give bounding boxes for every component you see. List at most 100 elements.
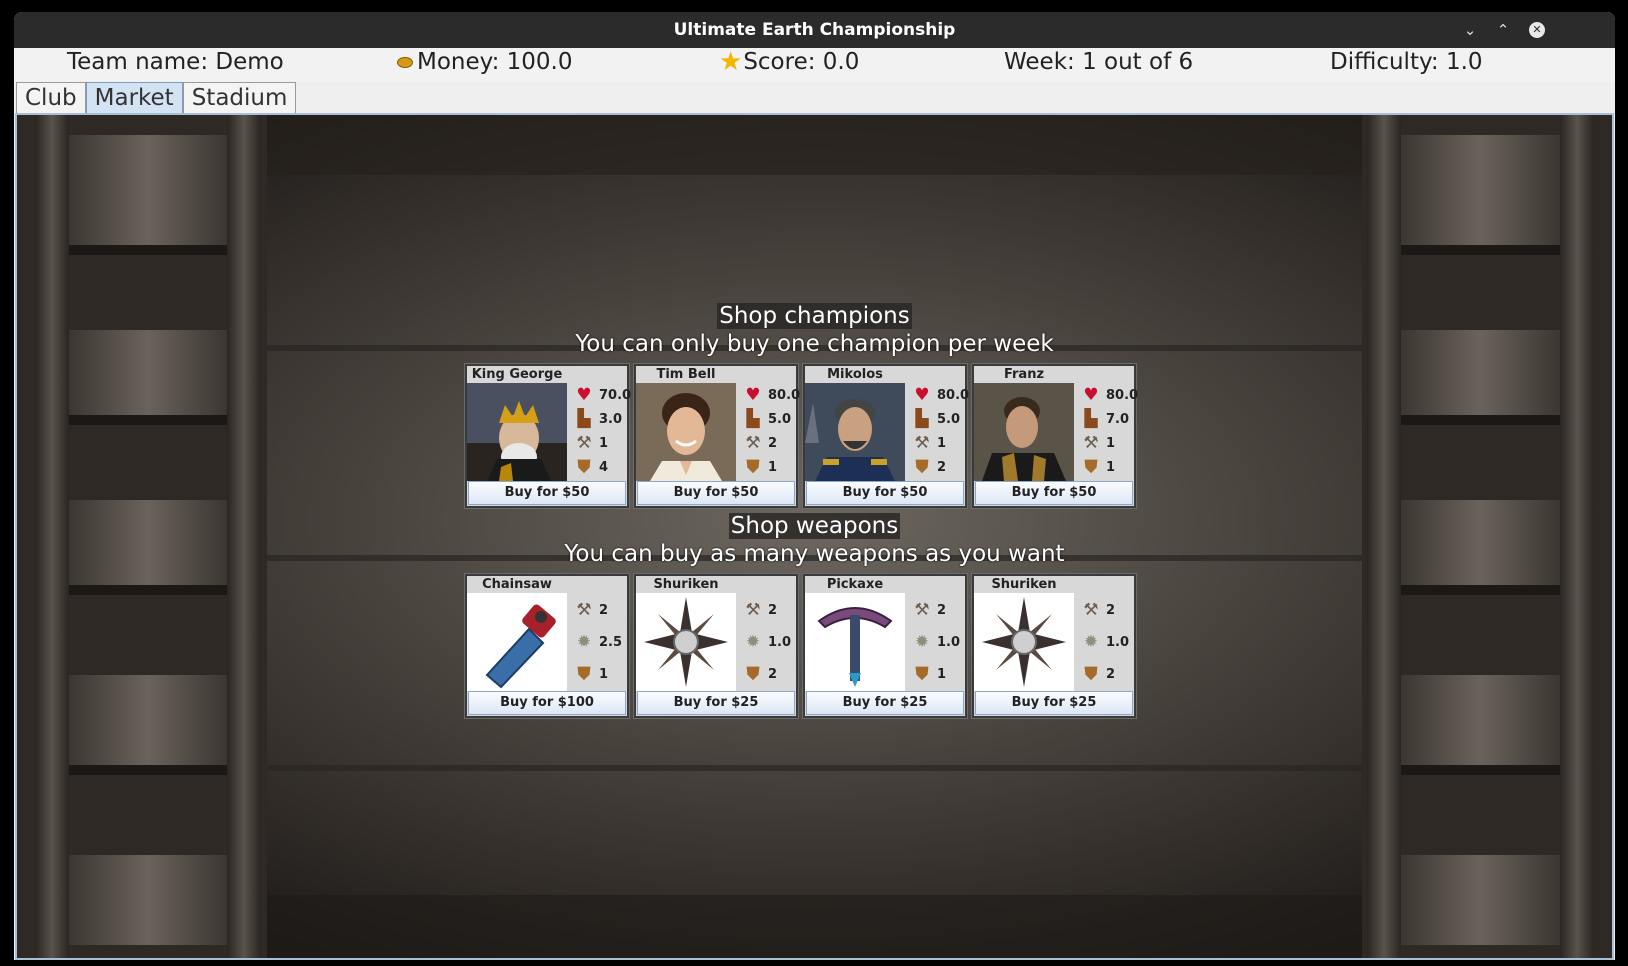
buy-weapon-button[interactable]: Buy for $25 <box>637 691 795 715</box>
burst-icon: ✹ <box>1083 632 1099 652</box>
tab-stadium[interactable]: Stadium <box>182 82 297 114</box>
status-bar: Team name: Demo Money: 100.0 ★ Score: 0.… <box>14 48 1615 82</box>
health-value: 80.0 <box>1106 387 1139 403</box>
speed-value: 5.0 <box>768 411 792 427</box>
axe-icon: ⚒ <box>576 600 592 620</box>
shield-icon: ⛊ <box>746 664 760 684</box>
axe-icon: ⚒ <box>745 433 761 453</box>
champion-stats: ♥ 80.0 ▙ 5.0 ⚒ 2 ⛊ 1 <box>738 383 801 481</box>
shuriken-icon <box>636 593 736 691</box>
axe-icon: ⚒ <box>745 600 761 620</box>
market-panel: Shop champions You can only buy one cham… <box>15 113 1614 960</box>
defense-value: 4 <box>599 459 609 475</box>
boot-icon: ▙ <box>577 409 591 429</box>
weapon-card: Chainsaw ⚒ 2 ✹ 2.5 ⛊ 1 Buy for $100 <box>464 573 630 719</box>
shield-icon: ⛊ <box>915 457 929 477</box>
chainsaw-icon <box>467 593 567 691</box>
axe-icon: ⚒ <box>914 433 930 453</box>
attack-value: 1 <box>937 435 947 451</box>
weapon-name: Chainsaw <box>482 577 552 592</box>
defense-value: 2 <box>1106 666 1116 682</box>
shop-weapons-subheading: You can buy as many weapons as you want <box>564 541 1065 567</box>
shop-champions-subheading: You can only buy one champion per week <box>575 331 1054 357</box>
money-label: Money: 100.0 <box>417 49 573 75</box>
multiplier-value: 1.0 <box>768 634 792 650</box>
heart-icon: ♥ <box>745 385 761 405</box>
champion-portrait <box>636 383 736 481</box>
money-display: Money: 100.0 <box>397 49 573 75</box>
shield-icon: ⛊ <box>577 664 591 684</box>
close-icon[interactable]: ✕ <box>1529 22 1545 38</box>
heart-icon: ♥ <box>914 385 930 405</box>
health-value: 80.0 <box>768 387 801 403</box>
attack-value: 2 <box>1106 602 1116 618</box>
team-name-label: Team name: Demo <box>67 49 284 75</box>
defense-value: 1 <box>1106 459 1116 475</box>
defense-value: 1 <box>599 666 609 682</box>
weapon-card: Shuriken ⚒ 2 ✹ 1.0 ⛊ 2 Buy for $25 <box>633 573 799 719</box>
shuriken-icon <box>974 593 1074 691</box>
week-label: Week: 1 out of 6 <box>1004 49 1194 75</box>
defense-value: 2 <box>768 666 778 682</box>
champion-stats: ♥ 70.0 ▙ 3.0 ⚒ 1 ⛊ 4 <box>569 383 632 481</box>
attack-value: 2 <box>937 602 947 618</box>
tab-market[interactable]: Market <box>85 82 183 114</box>
minimize-icon[interactable]: ⌄ <box>1460 20 1480 40</box>
multiplier-value: 1.0 <box>1106 634 1130 650</box>
buy-champion-button[interactable]: Buy for $50 <box>806 481 964 505</box>
weapon-card: Shuriken ⚒ 2 ✹ 1.0 ⛊ 2 Buy for $25 <box>971 573 1137 719</box>
champion-card: King George V ♥70.0 ▙3.0 ⚒1 ⛊4 Buy for <box>464 363 632 509</box>
weapon-name: Pickaxe <box>826 577 884 592</box>
tab-club[interactable]: Club <box>16 82 86 114</box>
score-label: Score: 0.0 <box>743 49 860 75</box>
champion-stats: ♥ 80.0 ▙ 5.0 ⚒ 1 ⛊ 2 <box>907 383 970 481</box>
maximize-icon[interactable]: ⌃ <box>1493 20 1513 40</box>
buy-champion-button[interactable]: Buy for $50 <box>468 481 626 505</box>
champion-card: Tim Bell ♥ 80.0 ▙ 5.0 ⚒ 2 ⛊ 1 Buy for $50 <box>633 363 801 509</box>
weapon-stats: ⚒ 2 ✹ 1.0 ⛊ 2 <box>738 593 798 691</box>
speed-value: 7.0 <box>1106 411 1130 427</box>
coin-icon <box>397 56 413 68</box>
champion-portrait <box>467 383 567 481</box>
buy-champion-button[interactable]: Buy for $50 <box>975 481 1133 505</box>
shop-weapons-heading: Shop weapons <box>728 513 901 539</box>
burst-icon: ✹ <box>576 632 592 652</box>
pickaxe-icon <box>805 593 905 691</box>
heart-icon: ♥ <box>576 385 592 405</box>
attack-value: 2 <box>599 602 609 618</box>
champions-heading-wrap: Shop champions <box>17 303 1612 329</box>
buy-weapon-button[interactable]: Buy for $100 <box>468 691 626 715</box>
defense-value: 2 <box>937 459 947 475</box>
weapon-stats: ⚒ 2 ✹ 1.0 ⛊ 1 <box>907 593 967 691</box>
buy-weapon-button[interactable]: Buy for $25 <box>975 691 1133 715</box>
axe-icon: ⚒ <box>1083 600 1099 620</box>
champion-name: Mikolos Horthy <box>827 367 883 400</box>
champion-stats: ♥ 80.0 ▙ 7.0 ⚒ 1 ⛊ 1 <box>1076 383 1139 481</box>
defense-value: 1 <box>937 666 947 682</box>
champion-card: Mikolos Horthy ♥ 80.0 ▙ 5.0 ⚒ 1 ⛊ 2 <box>802 363 970 509</box>
buy-champion-button[interactable]: Buy for $50 <box>637 481 795 505</box>
weapon-stats: ⚒ 2 ✹ 2.5 ⛊ 1 <box>569 593 629 691</box>
champion-portrait <box>974 383 1074 481</box>
burst-icon: ✹ <box>914 632 930 652</box>
health-value: 70.0 <box>599 387 632 403</box>
shield-icon: ⛊ <box>1084 664 1098 684</box>
boot-icon: ▙ <box>746 409 760 429</box>
champion-name: Tim Bell <box>656 367 716 382</box>
title-bar: Ultimate Earth Championship ⌄ ⌃ ✕ <box>14 12 1615 48</box>
axe-icon: ⚒ <box>914 600 930 620</box>
weapon-name: Shuriken <box>653 577 719 592</box>
multiplier-value: 2.5 <box>599 634 623 650</box>
shield-icon: ⛊ <box>746 457 760 477</box>
weapon-name: Shuriken <box>991 577 1057 592</box>
burst-icon: ✹ <box>745 632 761 652</box>
shield-icon: ⛊ <box>915 664 929 684</box>
window-title: Ultimate Earth Championship <box>673 20 956 40</box>
attack-value: 2 <box>768 435 778 451</box>
star-icon: ★ <box>719 47 743 77</box>
shield-icon: ⛊ <box>577 457 591 477</box>
buy-weapon-button[interactable]: Buy for $25 <box>806 691 964 715</box>
attack-value: 2 <box>768 602 778 618</box>
shield-icon: ⛊ <box>1084 457 1098 477</box>
health-value: 80.0 <box>937 387 970 403</box>
